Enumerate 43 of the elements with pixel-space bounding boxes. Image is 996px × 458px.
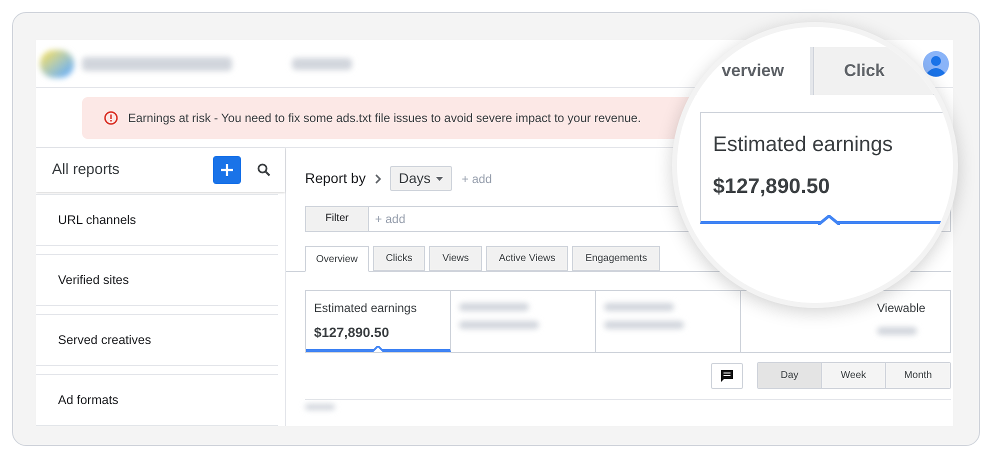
report-tab[interactable]: Clicks — [372, 246, 426, 271]
blurred-text — [604, 303, 674, 311]
logo-icon — [40, 50, 74, 78]
period-button[interactable]: Day — [758, 363, 822, 388]
dimension-dropdown[interactable]: Days — [390, 166, 452, 191]
search-icon[interactable] — [257, 163, 271, 177]
caret-icon — [436, 176, 443, 180]
report-tab[interactable]: Engagements — [572, 246, 660, 271]
period-button[interactable]: Month — [886, 363, 950, 388]
metric-card[interactable]: Estimated earnings $127,890.50 — [306, 291, 451, 352]
sidebar-item[interactable]: URL channels — [36, 194, 278, 246]
sidebar-item[interactable]: Verified sites — [36, 254, 278, 306]
period-button[interactable]: Week — [822, 363, 886, 388]
alert-text: Earnings at risk - You need to fix some ads.txt file issues to avoid severe impact to your revenue. — [128, 110, 641, 127]
metric-card[interactable]: Viewable — [741, 291, 950, 352]
selection-notch-icon — [372, 346, 384, 352]
sidebar-item[interactable]: Ad formats — [36, 374, 278, 426]
chevron-right-icon — [374, 174, 382, 184]
blurred-text — [877, 327, 917, 335]
comment-button[interactable] — [711, 362, 743, 388]
sidebar-item[interactable]: Served creatives — [36, 314, 278, 366]
error-icon — [104, 111, 118, 125]
sidebar-title: All reports — [52, 160, 120, 180]
metric-value: $127,890.50 — [314, 324, 390, 342]
report-tab[interactable]: Overview — [305, 246, 369, 272]
selection-notch-icon — [818, 215, 840, 225]
report-tab[interactable]: Views — [429, 246, 482, 271]
blurred-text — [292, 58, 352, 70]
add-button[interactable] — [213, 156, 241, 184]
report-by-label: Report by — [305, 169, 366, 188]
filter-field[interactable]: + add — [369, 206, 669, 232]
comment-icon — [720, 368, 734, 382]
report-tab[interactable]: Active Views — [486, 246, 568, 271]
magnified-tab[interactable]: Click — [813, 47, 933, 95]
magnified-metric-value: $127,890.50 — [713, 174, 831, 200]
metric-label: Viewable — [877, 300, 926, 317]
plus-icon — [220, 163, 234, 177]
avatar-icon[interactable] — [923, 50, 949, 76]
magnified-metric-label: Estimated earnings — [713, 132, 894, 158]
blurred-text — [459, 303, 529, 311]
metric-label: Estimated earnings — [314, 300, 418, 317]
filter-button[interactable]: Filter — [305, 206, 369, 232]
blurred-text — [305, 404, 335, 410]
